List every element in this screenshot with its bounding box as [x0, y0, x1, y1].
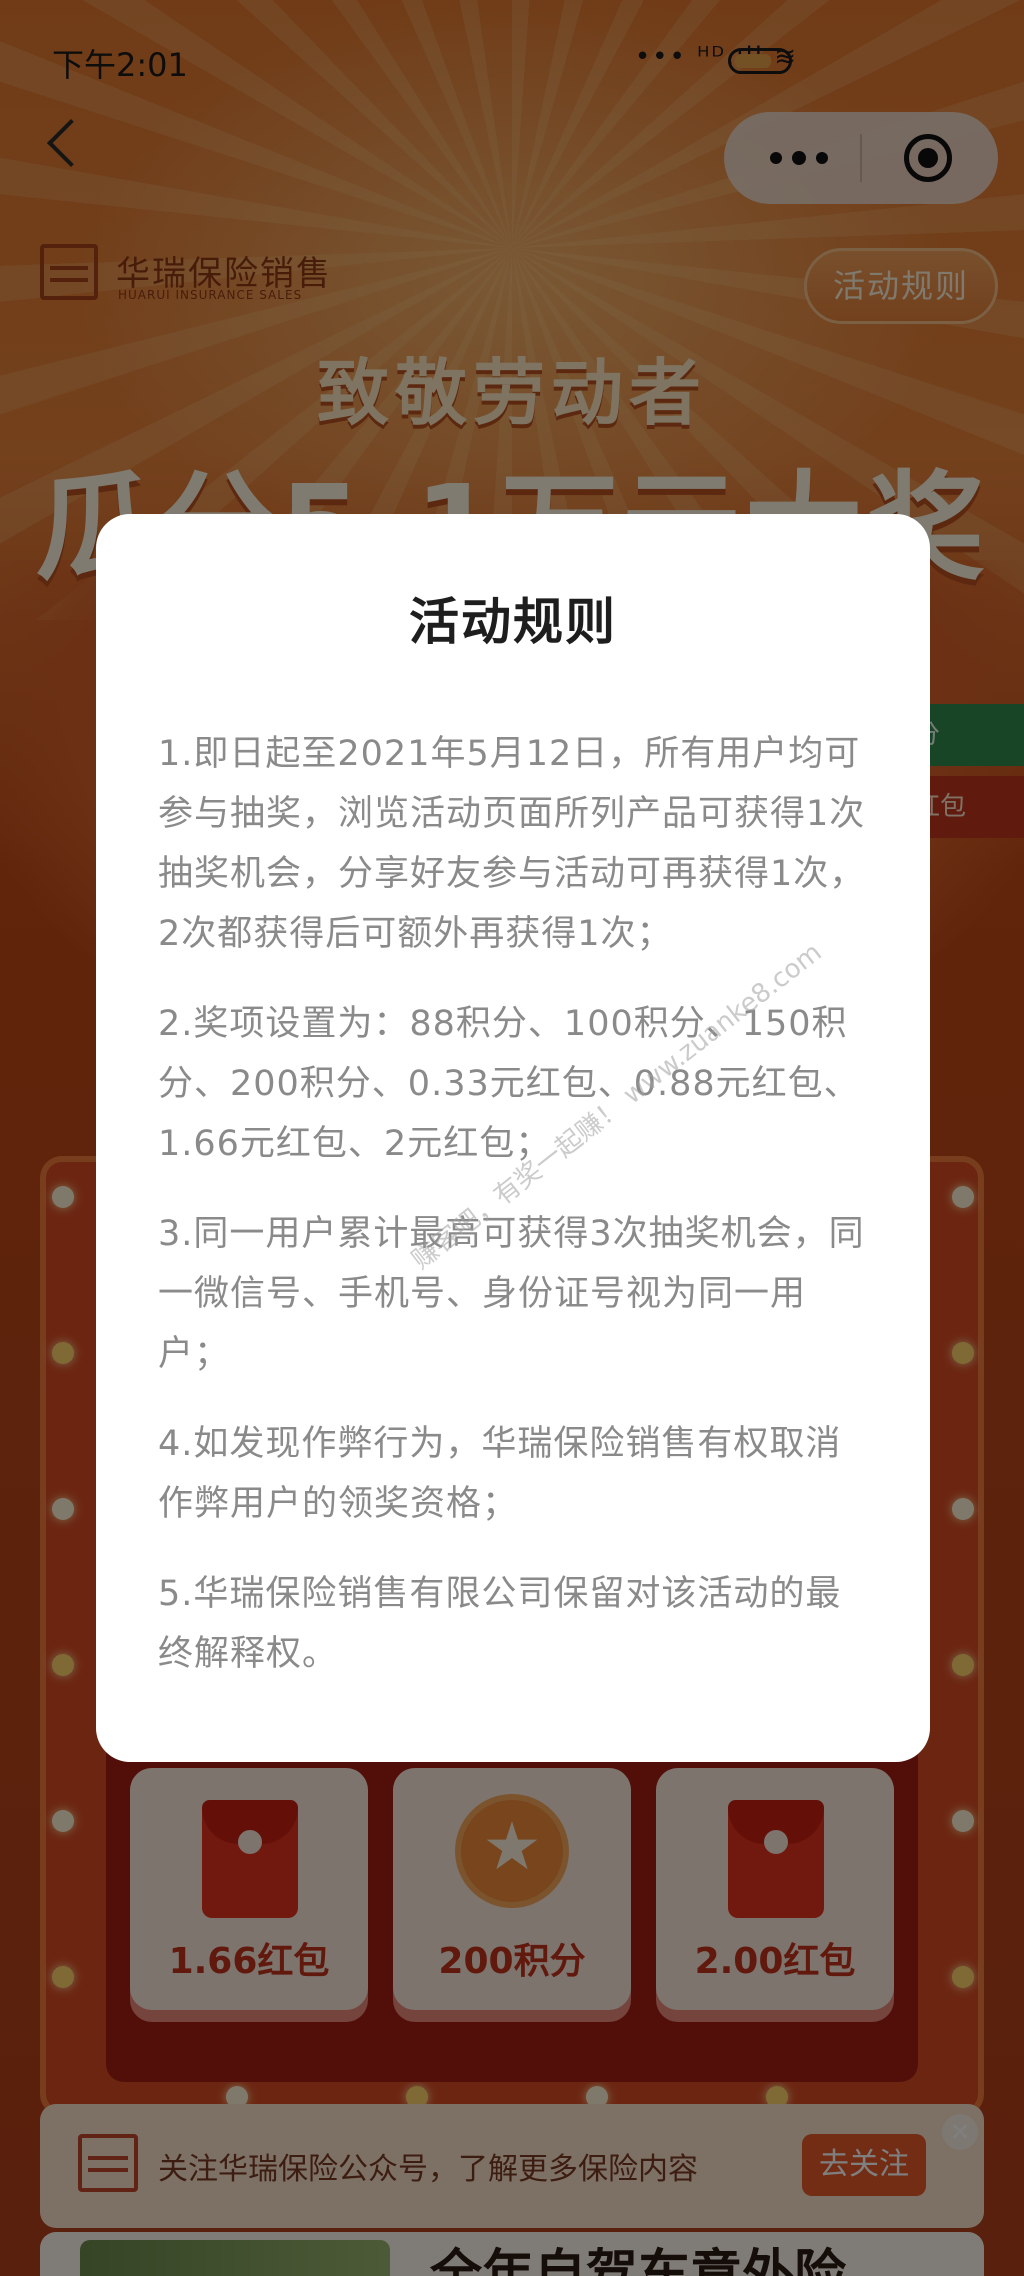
rule-item: 3.同一用户累计最高可获得3次抽奖机会，同一微信号、手机号、身份证号视为同一用户… [158, 1214, 865, 1374]
modal-title: 活动规则 [409, 593, 617, 651]
rule-item: 1.即日起至2021年5月12日，所有用户均可参与抽奖，浏览活动页面所列产品可获… [158, 734, 866, 954]
rule-item: 4.如发现作弊行为，华瑞保险销售有权取消作弊用户的领奖资格； [158, 1424, 842, 1524]
rules-list: 1.即日起至2021年5月12日，所有用户均可参与抽奖，浏览活动页面所列产品可获… [158, 724, 870, 1714]
rules-modal: 活动规则 1.即日起至2021年5月12日，所有用户均可参与抽奖，浏览活动页面所… [96, 514, 930, 1762]
rule-item: 5.华瑞保险销售有限公司保留对该活动的最终解释权。 [158, 1574, 842, 1674]
rule-item: 2.奖项设置为：88积分、100积分、150积分、200积分、0.33元红包、0… [158, 1004, 860, 1164]
